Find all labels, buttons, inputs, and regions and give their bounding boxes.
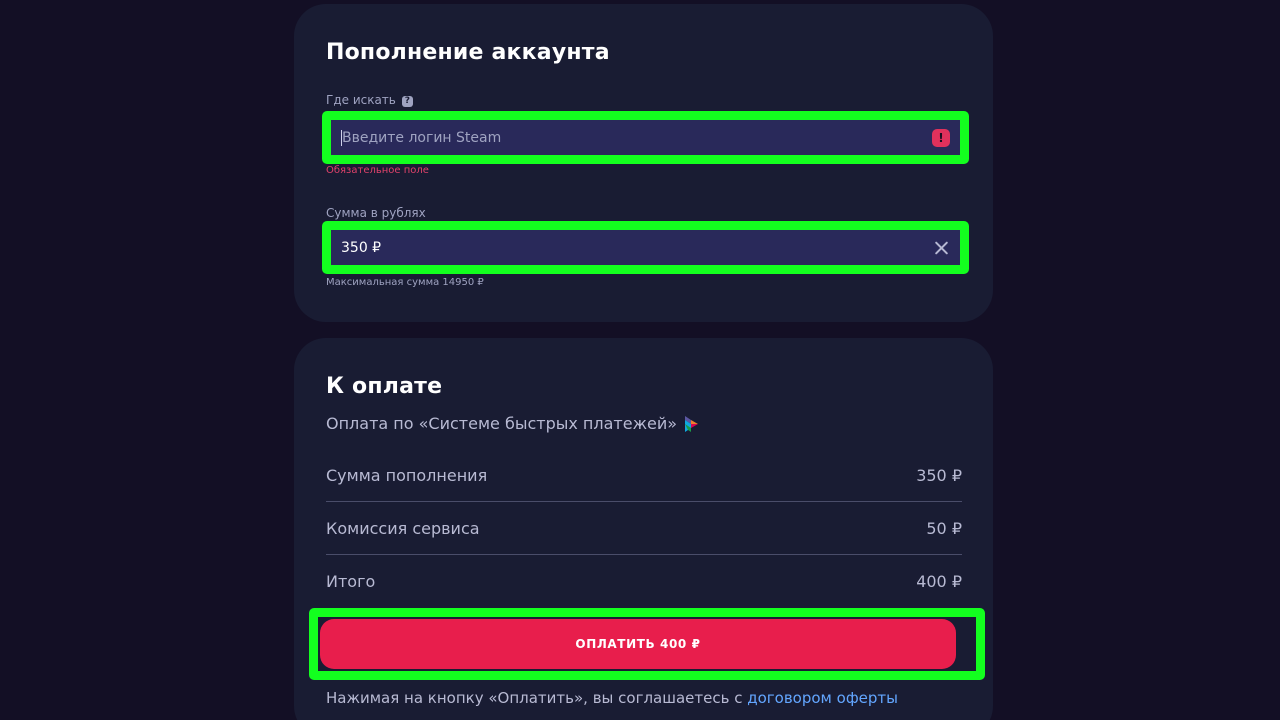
steam-login-input[interactable]: [341, 129, 932, 146]
login-field-highlight: !: [322, 111, 969, 164]
amount-label: Сумма в рублях: [326, 206, 426, 220]
pay-button-highlight: ОПЛАТИТЬ 400 ₽: [309, 608, 985, 680]
clear-icon[interactable]: [932, 239, 950, 257]
payment-title: К оплате: [326, 374, 443, 399]
summary-row-value: 400 ₽: [916, 572, 962, 591]
agreement-prefix: Нажимая на кнопку «Оплатить», вы соглаша…: [326, 689, 748, 707]
login-error-text: Обязательное поле: [326, 165, 429, 176]
summary-row-fee: Комиссия сервиса 50 ₽: [326, 502, 962, 555]
payment-method: Оплата по «Системе быстрых платежей»: [326, 414, 699, 433]
amount-hint: Максимальная сумма 14950 ₽: [326, 277, 484, 288]
amount-input[interactable]: 350 ₽: [341, 240, 932, 256]
pay-button[interactable]: ОПЛАТИТЬ 400 ₽: [320, 619, 956, 669]
agreement-text: Нажимая на кнопку «Оплатить», вы соглаша…: [326, 689, 898, 707]
summary-row-value: 50 ₽: [926, 518, 962, 538]
page: Пополнение аккаунта Где искать? ! Обязат…: [0, 0, 1280, 720]
amount-field-highlight: 350 ₽: [322, 221, 969, 274]
summary-row-label: Сумма пополнения: [326, 465, 488, 485]
offer-agreement-link[interactable]: договором оферты: [747, 689, 898, 707]
summary-row-label: Итого: [326, 572, 376, 591]
payment-card: К оплате Оплата по «Системе быстрых плат…: [294, 338, 993, 720]
summary-row-topup: Сумма пополнения 350 ₽: [326, 449, 962, 502]
login-label-row: Где искать?: [326, 93, 413, 107]
login-label: Где искать: [326, 93, 396, 107]
sbp-logo: [685, 415, 699, 432]
amount-field[interactable]: 350 ₽: [331, 230, 960, 265]
summary-row-total: Итого 400 ₽: [326, 555, 962, 608]
topup-card: Пополнение аккаунта Где искать? ! Обязат…: [294, 4, 993, 322]
login-field: !: [331, 120, 960, 155]
summary-row-value: 350 ₽: [916, 465, 962, 485]
payment-method-text: Оплата по «Системе быстрых платежей»: [326, 414, 678, 433]
topup-title: Пополнение аккаунта: [326, 40, 610, 65]
help-icon[interactable]: ?: [401, 96, 413, 107]
error-icon: !: [932, 128, 950, 147]
summary-row-label: Комиссия сервиса: [326, 518, 480, 538]
